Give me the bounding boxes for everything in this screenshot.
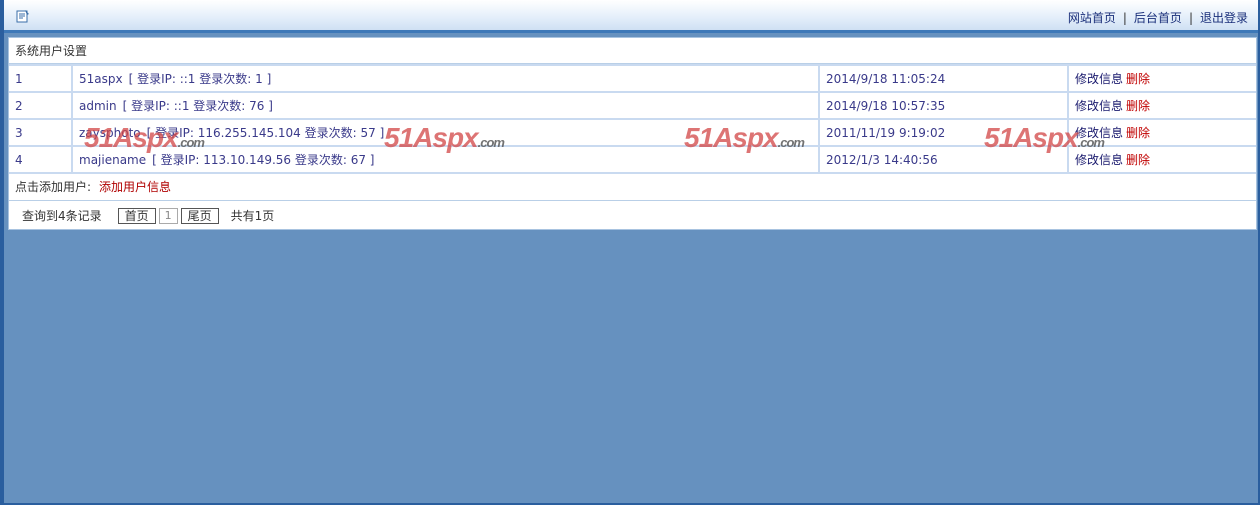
nav-site-home-link[interactable]: 网站首页 [1068, 11, 1116, 25]
last-login-time: 2014/9/18 11:05:24 [818, 64, 1069, 93]
nav-logout-link[interactable]: 退出登录 [1200, 11, 1248, 25]
user-cell: zaysphoto [ 登录IP: 116.255.145.104 登录次数: 5… [71, 118, 820, 147]
top-nav: 网站首页 | 后台首页 | 退出登录 [1068, 9, 1248, 26]
user-id: 2 [9, 91, 73, 120]
last-login-time: 2014/9/18 10:57:35 [818, 91, 1069, 120]
user-id: 1 [9, 64, 73, 93]
app-logo-icon [16, 10, 29, 23]
nav-separator: | [1188, 11, 1193, 25]
row-actions: 修改信息 删除 [1067, 64, 1256, 93]
total-pages: 共有1页 [230, 209, 275, 223]
user-name: 51aspx [79, 72, 123, 86]
add-user-prefix: 点击添加用户: [15, 180, 92, 194]
user-settings-panel: 系统用户设置 1 51aspx [ 登录IP: ::1 登录次数: 1 ] 201… [8, 37, 1257, 230]
user-meta: [ 登录IP: 113.10.149.56 登录次数: 67 ] [152, 153, 375, 167]
add-user-row: 点击添加用户: 添加用户信息 [9, 174, 1256, 201]
table-row: 2 admin [ 登录IP: ::1 登录次数: 76 ] 2014/9/18 … [9, 91, 1256, 120]
delete-user-link[interactable]: 删除 [1126, 72, 1150, 86]
row-actions: 修改信息 删除 [1067, 91, 1256, 120]
table-row: 3 zaysphoto [ 登录IP: 116.255.145.104 登录次数:… [9, 118, 1256, 147]
pagination: 查询到4条记录 首页 1 尾页 共有1页 [9, 201, 1256, 231]
user-id: 4 [9, 145, 73, 174]
edit-user-link[interactable]: 修改信息 [1075, 72, 1123, 86]
row-actions: 修改信息 删除 [1067, 145, 1256, 174]
user-id: 3 [9, 118, 73, 147]
panel-title: 系统用户设置 [9, 38, 1256, 64]
user-cell: admin [ 登录IP: ::1 登录次数: 76 ] [71, 91, 820, 120]
nav-admin-home-link[interactable]: 后台首页 [1134, 11, 1182, 25]
first-page-button[interactable]: 首页 [117, 208, 156, 224]
edit-user-link[interactable]: 修改信息 [1075, 99, 1123, 113]
user-name: majiename [79, 153, 147, 167]
add-user-link[interactable]: 添加用户信息 [99, 180, 171, 194]
row-actions: 修改信息 删除 [1067, 118, 1256, 147]
top-bar: 网站首页 | 后台首页 | 退出登录 [4, 0, 1258, 33]
delete-user-link[interactable]: 删除 [1126, 99, 1150, 113]
user-name: zaysphoto [79, 126, 141, 140]
user-meta: [ 登录IP: 116.255.145.104 登录次数: 57 ] [146, 126, 385, 140]
user-meta: [ 登录IP: ::1 登录次数: 76 ] [122, 99, 273, 113]
last-login-time: 2012/1/3 14:40:56 [818, 145, 1069, 174]
user-meta: [ 登录IP: ::1 登录次数: 1 ] [128, 72, 272, 86]
last-login-time: 2011/11/19 9:19:02 [818, 118, 1069, 147]
user-table: 1 51aspx [ 登录IP: ::1 登录次数: 1 ] 2014/9/18 … [9, 64, 1256, 174]
table-row: 1 51aspx [ 登录IP: ::1 登录次数: 1 ] 2014/9/18 … [9, 64, 1256, 93]
current-page-number: 1 [158, 208, 178, 224]
delete-user-link[interactable]: 删除 [1126, 126, 1150, 140]
user-cell: majiename [ 登录IP: 113.10.149.56 登录次数: 67 … [71, 145, 820, 174]
user-name: admin [79, 99, 117, 113]
table-row: 4 majiename [ 登录IP: 113.10.149.56 登录次数: 6… [9, 145, 1256, 174]
last-page-button[interactable]: 尾页 [180, 208, 219, 224]
delete-user-link[interactable]: 删除 [1126, 153, 1150, 167]
edit-user-link[interactable]: 修改信息 [1075, 126, 1123, 140]
user-cell: 51aspx [ 登录IP: ::1 登录次数: 1 ] [71, 64, 820, 93]
edit-user-link[interactable]: 修改信息 [1075, 153, 1123, 167]
record-count: 查询到4条记录 [22, 209, 102, 223]
nav-separator: | [1122, 11, 1127, 25]
